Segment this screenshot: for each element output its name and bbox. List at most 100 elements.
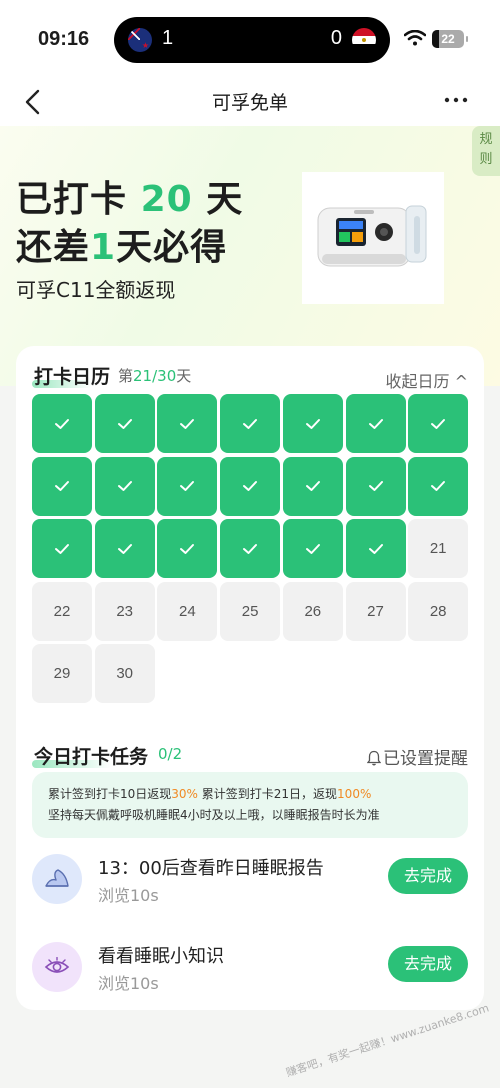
task-meta: 浏览10s	[98, 974, 159, 993]
calendar-day-checked	[32, 394, 92, 453]
notice-percent-2: 100%	[337, 787, 372, 801]
check-icon	[180, 481, 195, 491]
calendar-day: 29	[32, 644, 92, 703]
notice-percent-1: 30%	[171, 787, 198, 801]
heading-suffix: 天	[206, 179, 244, 220]
nav-bar: 可孚免单	[0, 80, 500, 126]
check-icon	[117, 543, 132, 554]
checkin-card: 打卡日历 第21/30天 收起日历 ^ 21 22 23 24 25 26 27 28 29 30…	[16, 346, 484, 1010]
more-icon[interactable]	[444, 96, 468, 104]
check-icon	[368, 543, 383, 554]
calendar-day: 24	[157, 581, 218, 641]
task-meta: 浏览10s	[98, 886, 159, 905]
calendar-day: 25	[220, 581, 281, 641]
check-icon	[180, 418, 195, 429]
reminder-button[interactable]: 已设置提醒	[367, 744, 468, 769]
check-icon	[305, 418, 320, 429]
collapse-calendar-button[interactable]: 收起日历 ^	[386, 368, 469, 392]
remaining-days-count: 1	[90, 227, 117, 268]
remaining-days-heading: 还差1天必得	[16, 218, 227, 270]
calendar-day-checked	[282, 519, 343, 578]
checked-days-count: 20	[140, 179, 193, 220]
tasks-progress: 0/2	[158, 745, 183, 763]
calendar-day: 21	[408, 519, 469, 578]
new-zealand-flag-icon	[128, 28, 152, 52]
check-icon	[243, 418, 258, 429]
progress-value: 21/30	[133, 367, 177, 385]
check-icon	[55, 418, 69, 429]
status-time: 09:16	[38, 28, 90, 50]
calendar-day-checked	[345, 519, 406, 578]
calendar-day-checked	[220, 519, 281, 578]
dynamic-island[interactable]: 1 0	[114, 17, 390, 63]
complete-task-button[interactable]: 去完成	[388, 946, 468, 982]
heading2-suffix: 天必得	[116, 227, 228, 268]
calendar-day-checked	[282, 456, 343, 516]
task-name: 13：00后查看昨日睡眠报告	[98, 858, 324, 879]
progress-suffix: 天	[176, 367, 192, 385]
calendar-day-checked	[220, 394, 281, 453]
calendar-day-checked	[94, 394, 155, 453]
check-icon	[243, 543, 258, 554]
calendar-day-checked	[408, 394, 469, 453]
reward-notice: 累计签到打卡10日返现30% 累计签到打卡21日，返现100% 坚持每天佩戴呼吸…	[32, 772, 468, 838]
product-image-card[interactable]	[302, 172, 444, 304]
calendar-day: 23	[94, 581, 155, 641]
heading2-prefix: 还差	[16, 227, 91, 268]
task-item-sleep-report: 13：00后查看昨日睡眠报告 浏览10s 去完成	[32, 848, 468, 908]
check-icon	[431, 418, 446, 429]
check-icon	[243, 481, 258, 491]
notice-text-1: 累计签到打卡10日返现	[48, 787, 172, 801]
score-left: 1	[162, 27, 174, 49]
check-icon	[368, 418, 383, 429]
progress-prefix: 第	[118, 367, 134, 385]
calendar-day: 26	[282, 581, 343, 641]
check-icon	[117, 418, 132, 429]
calendar-day-checked	[157, 394, 218, 453]
calendar-day-checked	[345, 456, 406, 516]
notice-line-1: 累计签到打卡10日返现30% 累计签到打卡21日，返现100%	[48, 784, 452, 805]
heading-prefix: 已打卡	[16, 179, 128, 220]
calendar-day-checked	[220, 456, 281, 516]
calendar-day: 28	[408, 581, 469, 641]
check-icon	[368, 481, 383, 491]
check-icon	[305, 481, 320, 491]
calendar-day-checked	[32, 519, 92, 578]
bell-icon	[367, 750, 381, 766]
calendar-day-checked	[282, 394, 343, 453]
check-icon	[55, 543, 69, 554]
score-right: 0	[330, 27, 342, 49]
calendar-day-checked	[32, 456, 92, 516]
page-title: 可孚免单	[211, 92, 288, 114]
cpap-machine-image	[317, 205, 427, 267]
calendar-day-checked	[94, 456, 155, 516]
eye-icon	[32, 942, 82, 992]
check-icon	[431, 481, 446, 491]
tasks-title: 今日打卡任务	[34, 746, 149, 768]
checkin-days-heading: 已打卡 20 天	[16, 170, 243, 222]
reminder-label: 已设置提醒	[383, 749, 468, 769]
calendar-day: 30	[94, 644, 155, 703]
rules-tab[interactable]: 规 则	[472, 126, 500, 176]
check-icon	[55, 481, 69, 491]
watermark: 赚客吧，有奖一起赚！www.zuanke8.com	[284, 1001, 491, 1080]
check-icon	[180, 543, 195, 554]
battery-level: 22	[441, 32, 455, 46]
status-bar: 09:16 1 0 22	[0, 0, 500, 80]
egypt-flag-icon	[352, 28, 376, 52]
calendar-day-checked	[94, 519, 155, 578]
rules-label-2: 则	[479, 152, 493, 167]
rules-label-1: 规	[479, 132, 493, 147]
notice-text-2: 累计签到打卡21日，返现	[197, 787, 338, 801]
battery-icon: 22	[432, 30, 468, 48]
calendar-title: 打卡日历	[34, 366, 111, 388]
hero-subtitle: 可孚C11全额返现	[16, 278, 176, 302]
complete-task-button[interactable]: 去完成	[388, 858, 468, 894]
check-icon	[305, 543, 320, 554]
calendar-progress: 第21/30天	[118, 365, 191, 386]
calendar-day-checked	[408, 456, 469, 516]
task-item-sleep-tips: 看看睡眠小知识 浏览10s 去完成	[32, 936, 468, 996]
wifi-icon	[404, 30, 426, 46]
calendar-day-checked	[157, 519, 218, 578]
moon-icon	[32, 854, 82, 904]
